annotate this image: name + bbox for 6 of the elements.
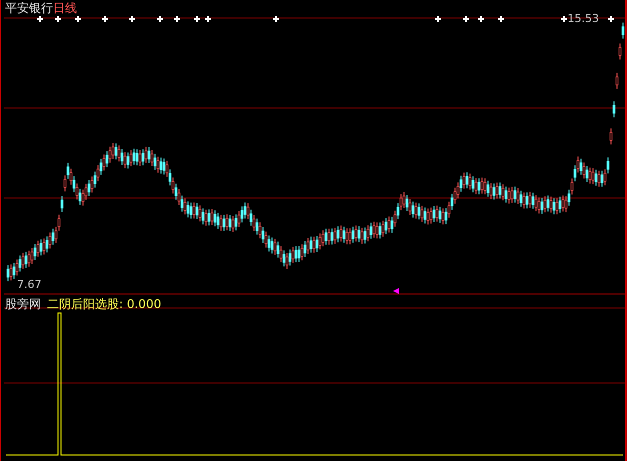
indicator-name: 股旁网 (5, 297, 41, 311)
period-label: 日线 (53, 1, 77, 15)
indicator-value: 二阴后阳选股: 0.000 (47, 297, 162, 311)
low-price-label: 7.67 (17, 279, 42, 291)
marker-icon (393, 288, 399, 294)
stock-name: 平安银行 (5, 1, 53, 15)
